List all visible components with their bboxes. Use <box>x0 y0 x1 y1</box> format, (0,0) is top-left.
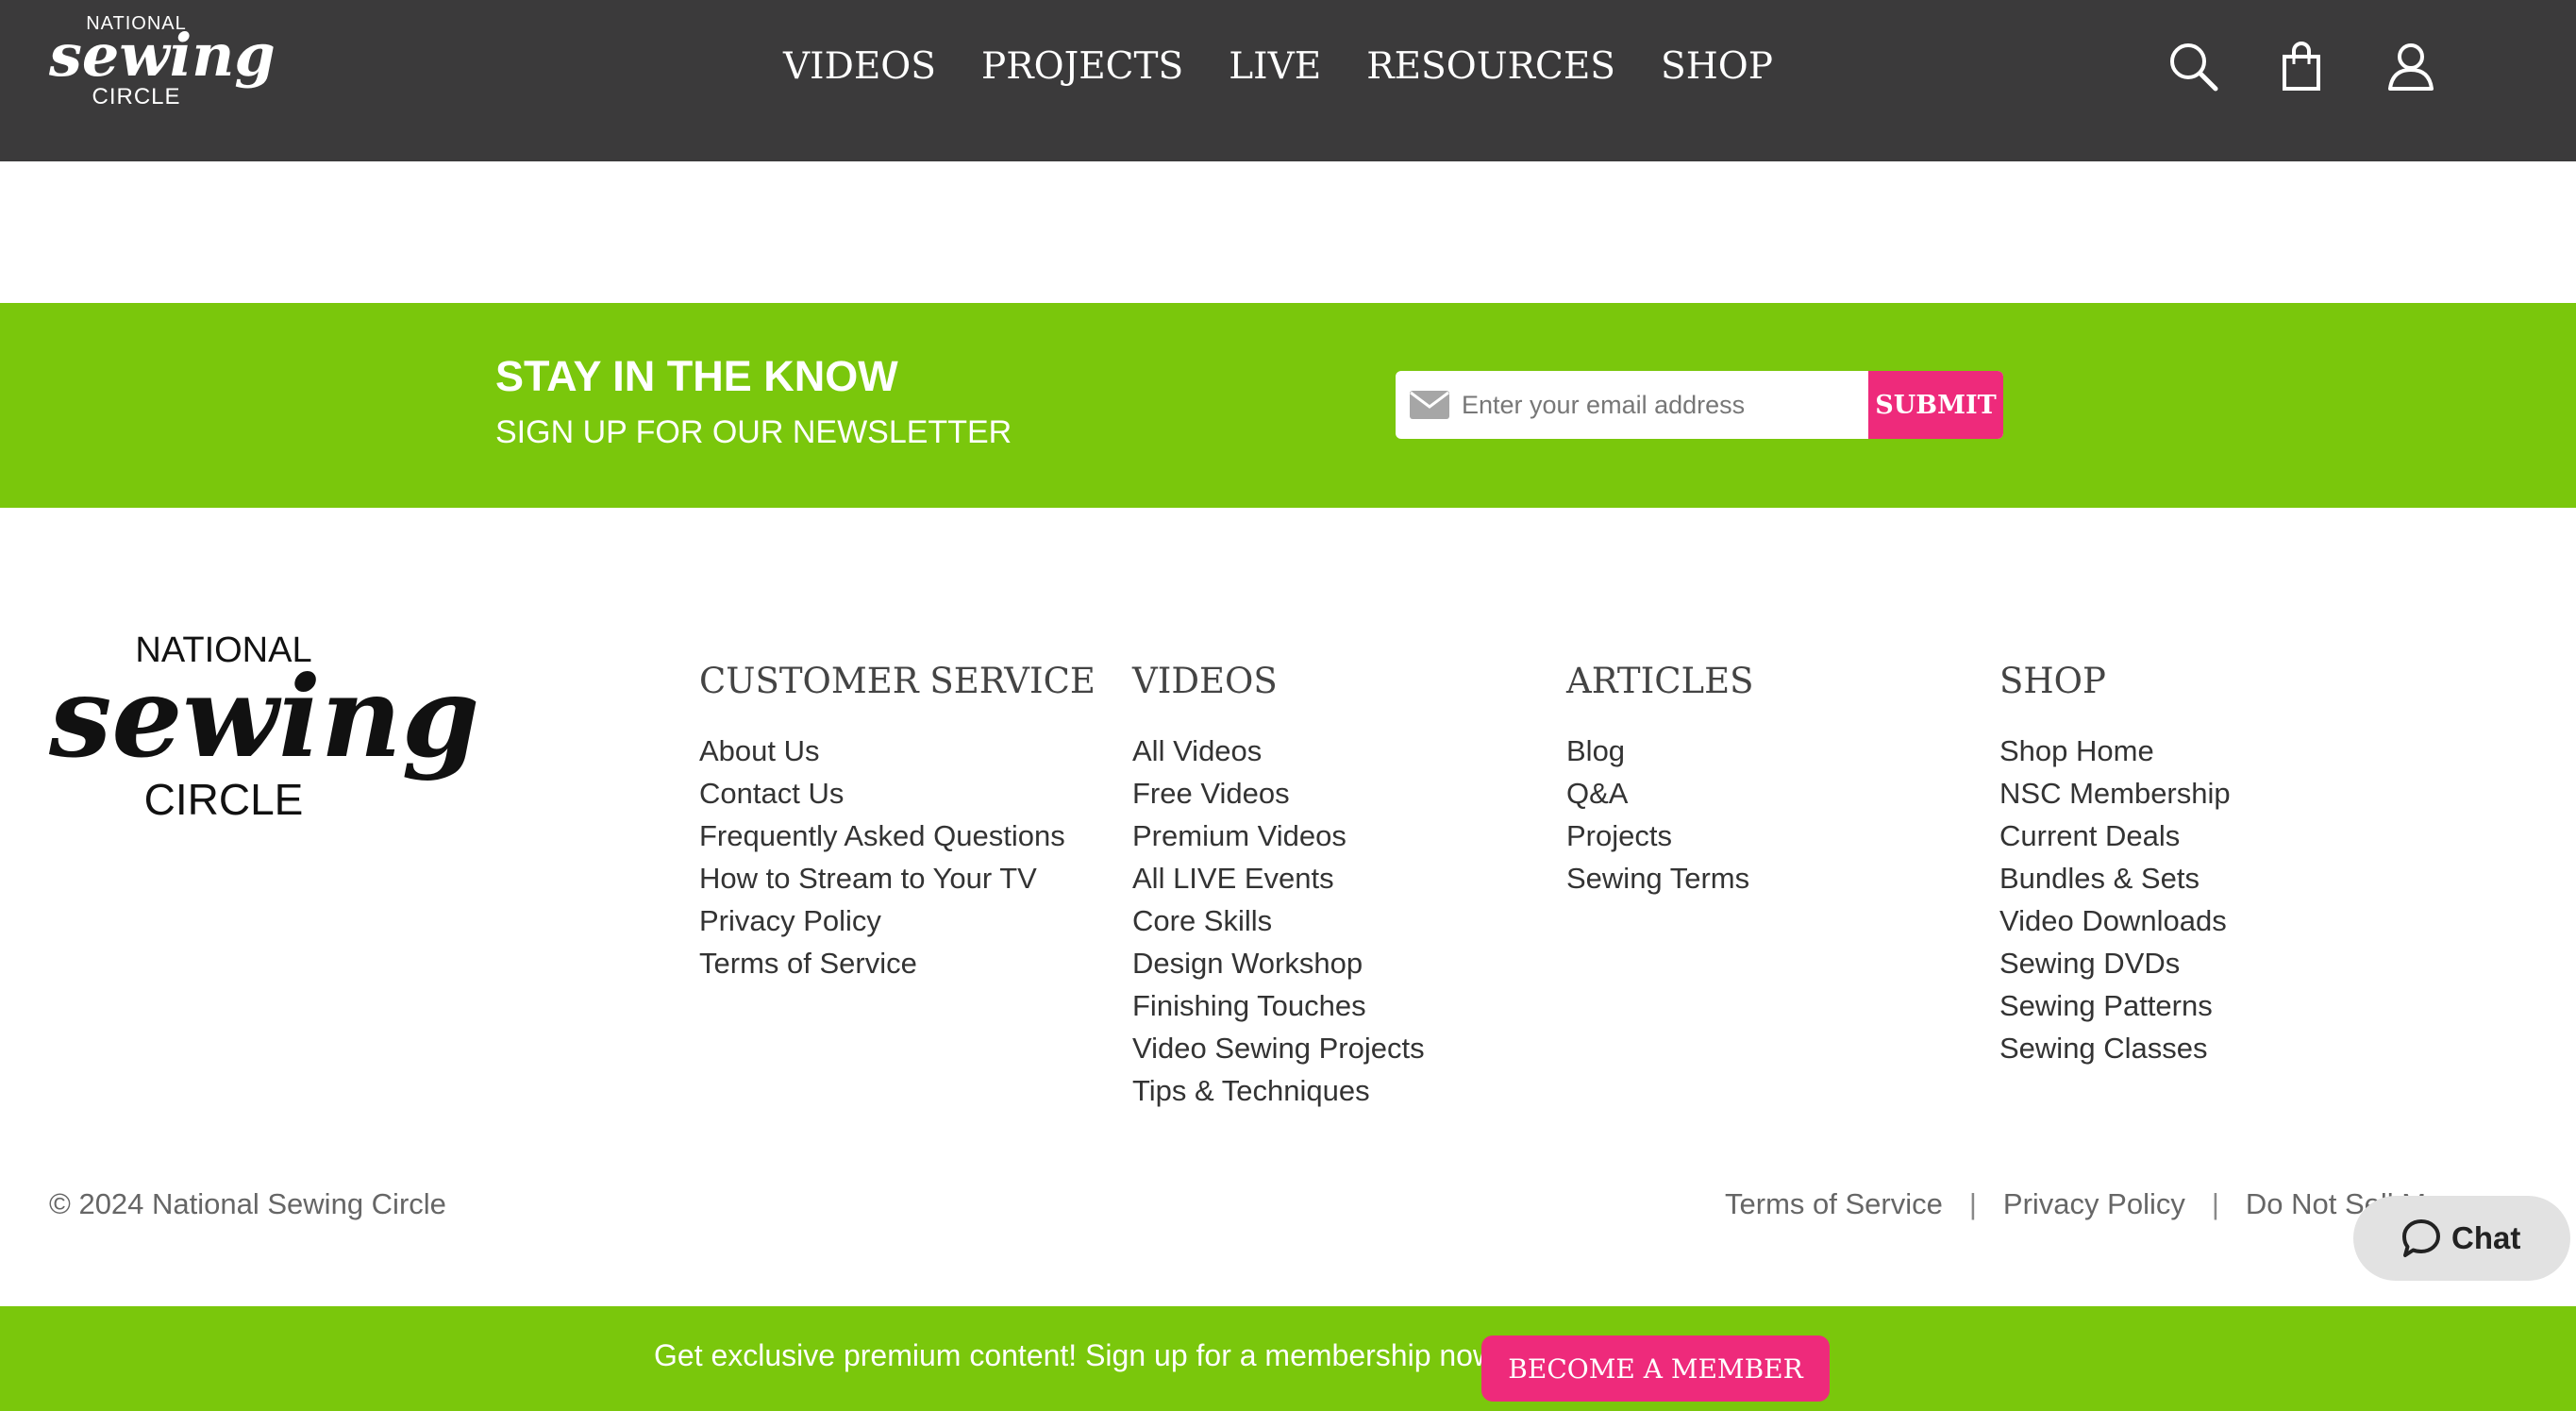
footer-link[interactable]: Frequently Asked Questions <box>699 815 1096 857</box>
footer-link[interactable]: Tips & Techniques <box>1132 1069 1425 1112</box>
footer-link[interactable]: Video Downloads <box>1999 899 2231 942</box>
legal-terms-link[interactable]: Terms of Service <box>1725 1187 1943 1221</box>
legal-privacy-link[interactable]: Privacy Policy <box>2003 1187 2185 1221</box>
newsletter-section: STAY IN THE KNOW SIGN UP FOR OUR NEWSLET… <box>0 303 2576 508</box>
logo-line-3: CIRCLE <box>92 84 181 109</box>
legal-links: Terms of Service | Privacy Policy | Do N… <box>1725 1187 2426 1221</box>
footer-column-articles: ARTICLES Blog Q&A Projects Sewing Terms <box>1566 661 1753 899</box>
footer-link[interactable]: Free Videos <box>1132 772 1425 815</box>
footer-link[interactable]: All LIVE Events <box>1132 857 1425 899</box>
legal-separator: | <box>2211 1187 2219 1220</box>
submit-button[interactable]: SUBMIT <box>1868 371 2003 439</box>
footer-logo[interactable]: NATIONAL sewing CIRCLE <box>49 630 480 848</box>
footer-link[interactable]: Sewing Terms <box>1566 857 1753 899</box>
footer-link[interactable]: Shop Home <box>1999 730 2231 772</box>
footer-link[interactable]: Contact Us <box>699 772 1096 815</box>
footer-link[interactable]: Blog <box>1566 730 1753 772</box>
footer-link[interactable]: Privacy Policy <box>699 899 1096 942</box>
footer-link[interactable]: Sewing Patterns <box>1999 984 2231 1027</box>
footer-link[interactable]: Bundles & Sets <box>1999 857 2231 899</box>
footer-link[interactable]: NSC Membership <box>1999 772 2231 815</box>
footer-link[interactable]: Premium Videos <box>1132 815 1425 857</box>
footer-link[interactable]: About Us <box>699 730 1096 772</box>
footer-link[interactable]: Terms of Service <box>699 942 1096 984</box>
footer-heading: ARTICLES <box>1566 661 1754 701</box>
nav-shop[interactable]: SHOP <box>1661 45 1773 88</box>
become-member-button[interactable]: BECOME A MEMBER <box>1481 1335 1830 1402</box>
main-nav: VIDEOS PROJECTS LIVE RESOURCES SHOP <box>783 0 1818 132</box>
header-logo[interactable]: NATIONAL sewing CIRCLE <box>49 13 276 119</box>
footer-link[interactable]: How to Stream to Your TV <box>699 857 1096 899</box>
footer-link[interactable]: Sewing Classes <box>1999 1027 2231 1069</box>
footer-heading: CUSTOMER SERVICE <box>699 661 1096 701</box>
newsletter-subtitle: SIGN UP FOR OUR NEWSLETTER <box>495 414 1012 450</box>
footer-column-shop: SHOP Shop Home NSC Membership Current De… <box>1999 661 2231 1069</box>
footer-heading: VIDEOS <box>1132 661 1278 701</box>
footer-heading: SHOP <box>1999 661 2106 701</box>
footer-link[interactable]: Q&A <box>1566 772 1753 815</box>
nav-resources[interactable]: RESOURCES <box>1366 45 1615 88</box>
footer-column-customer-service: CUSTOMER SERVICE About Us Contact Us Fre… <box>699 661 1096 984</box>
footer-link[interactable]: Current Deals <box>1999 815 2231 857</box>
legal-separator: | <box>1968 1187 1977 1220</box>
footer-link[interactable]: All Videos <box>1132 730 1425 772</box>
chat-bubble-icon <box>2400 1218 2442 1259</box>
newsletter-form: SUBMIT <box>1396 371 2003 439</box>
footer-link[interactable]: Finishing Touches <box>1132 984 1425 1027</box>
search-icon[interactable] <box>2165 38 2221 94</box>
logo-line-2: sewing <box>49 21 276 90</box>
membership-bar: Get exclusive premium content! Sign up f… <box>0 1306 2576 1411</box>
footer-link[interactable]: Design Workshop <box>1132 942 1425 984</box>
footer-column-videos: VIDEOS All Videos Free Videos Premium Vi… <box>1132 661 1425 1112</box>
email-input[interactable] <box>1462 371 1867 439</box>
footer-link[interactable]: Video Sewing Projects <box>1132 1027 1425 1069</box>
chat-button[interactable]: Chat <box>2353 1196 2570 1281</box>
nav-projects[interactable]: PROJECTS <box>981 45 1183 88</box>
user-icon[interactable] <box>2383 38 2439 94</box>
footer-link[interactable]: Sewing DVDs <box>1999 942 2231 984</box>
nav-live[interactable]: LIVE <box>1229 45 1321 88</box>
footer-link[interactable]: Core Skills <box>1132 899 1425 942</box>
footer-logo-line-3: CIRCLE <box>143 775 304 824</box>
footer-logo-line-2: sewing <box>49 651 480 782</box>
footer-link[interactable]: Projects <box>1566 815 1753 857</box>
nav-videos[interactable]: VIDEOS <box>783 45 936 88</box>
envelope-icon <box>1409 388 1450 422</box>
shopping-bag-icon[interactable] <box>2273 38 2330 94</box>
site-header: NATIONAL sewing CIRCLE VIDEOS PROJECTS L… <box>0 0 2576 161</box>
chat-label: Chat <box>2451 1220 2521 1255</box>
membership-text: Get exclusive premium content! Sign up f… <box>654 1338 1503 1372</box>
copyright: © 2024 National Sewing Circle <box>49 1187 446 1220</box>
newsletter-title: STAY IN THE KNOW <box>495 352 898 400</box>
